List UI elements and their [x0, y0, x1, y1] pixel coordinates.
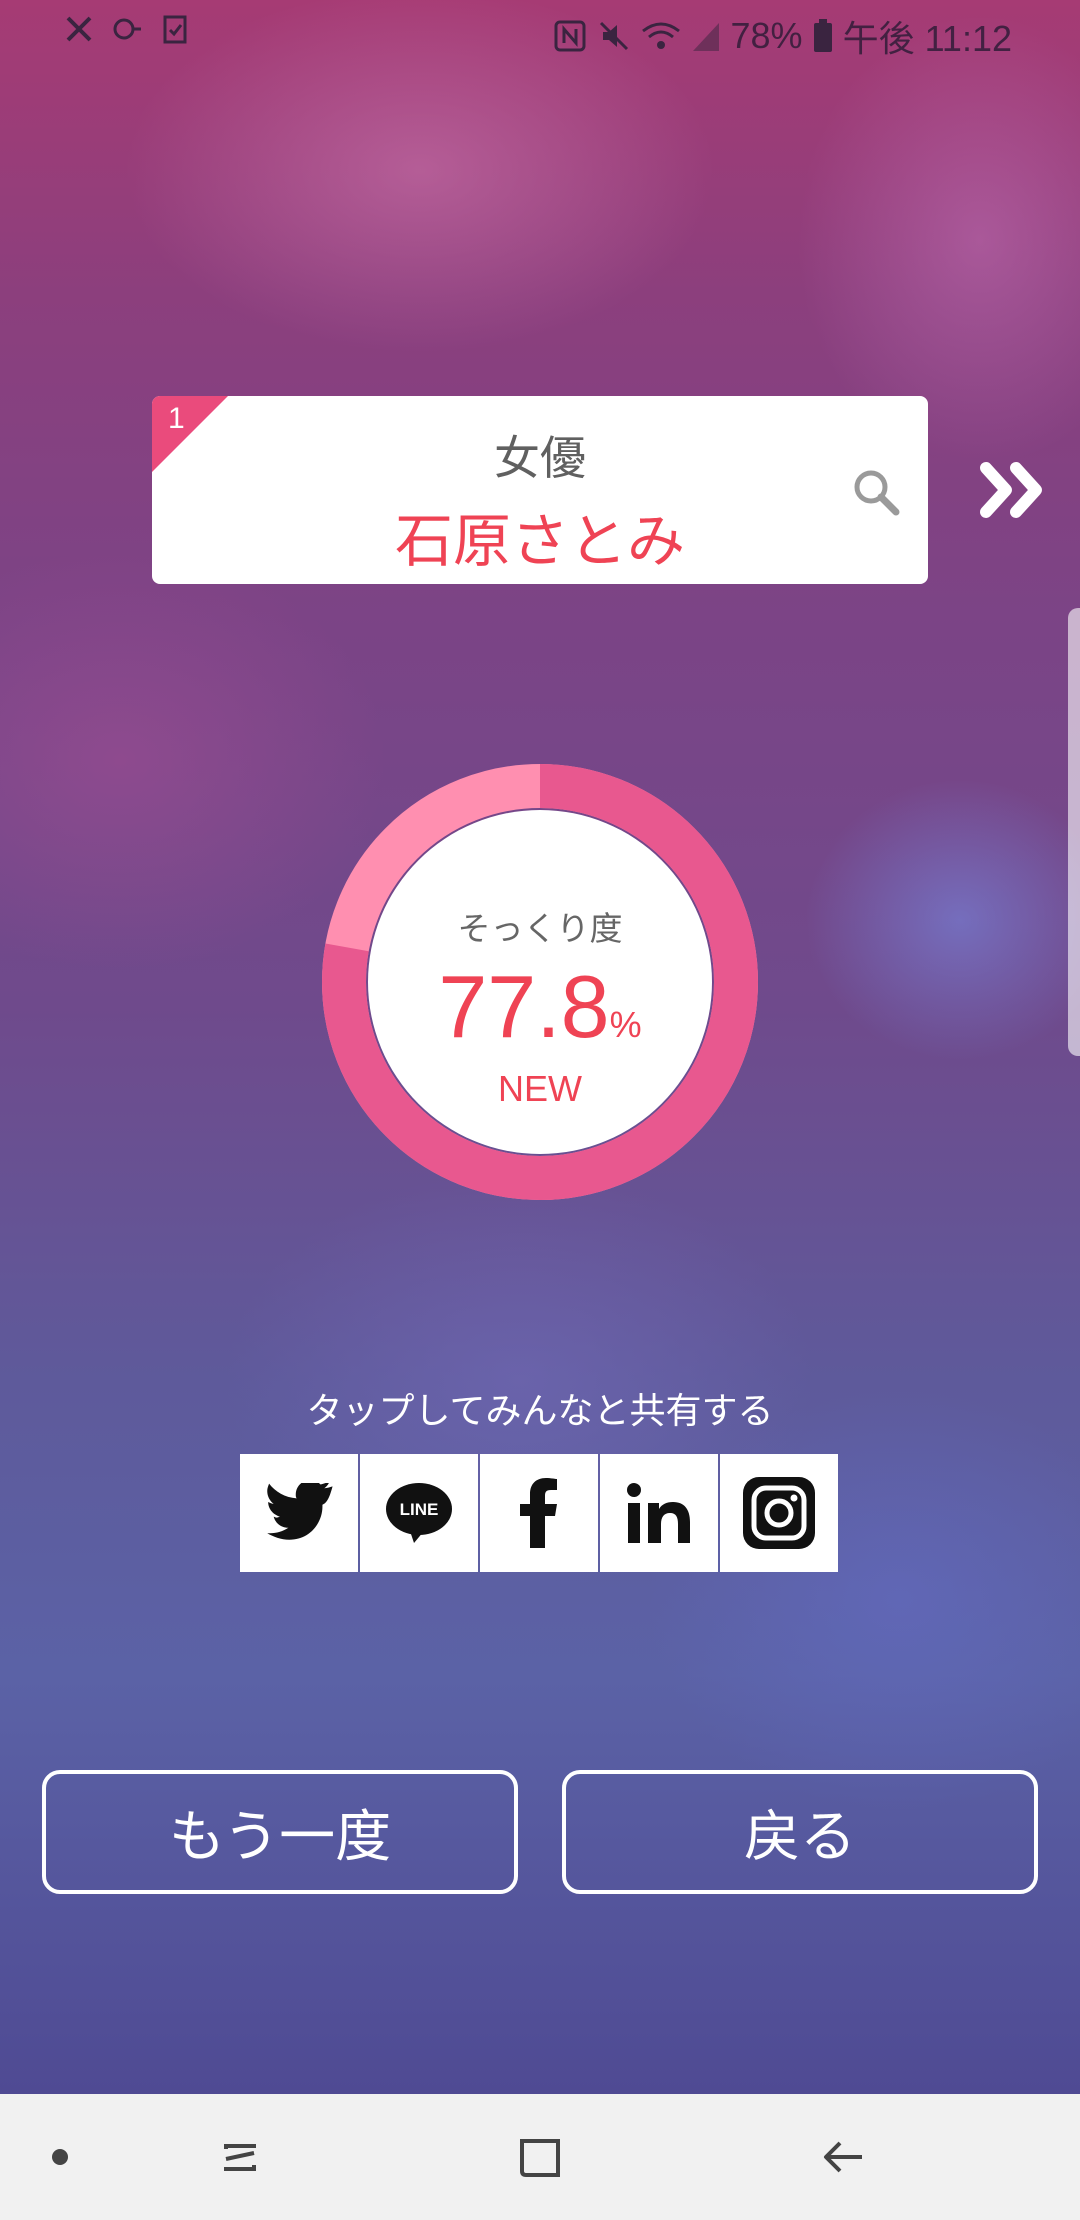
share-instagram-button[interactable]	[720, 1454, 838, 1572]
clipboard-check-icon	[163, 15, 187, 44]
share-buttons: LINE	[240, 1454, 840, 1572]
clock: 午後 11:12	[842, 18, 1012, 59]
recents-icon	[224, 2144, 256, 2171]
mute-icon	[599, 21, 628, 51]
edge-panel-handle[interactable]	[1068, 608, 1080, 1056]
nfc-icon	[554, 20, 586, 52]
new-badge: NEW	[498, 1068, 582, 1109]
twitter-icon	[267, 1483, 333, 1540]
home-square-icon	[520, 2139, 560, 2177]
similarity-label: そっくり度	[457, 909, 623, 948]
instagram-icon	[743, 1477, 815, 1549]
chevron-double-right-icon[interactable]	[978, 460, 1048, 520]
nav-dot-button[interactable]	[30, 2094, 90, 2220]
share-linkedin-button[interactable]	[600, 1454, 718, 1572]
facebook-icon	[520, 1478, 557, 1548]
wifi-icon	[641, 22, 680, 49]
line-icon-text: LINE	[400, 1500, 439, 1519]
share-line-button[interactable]: LINE	[360, 1454, 478, 1572]
key-icon	[113, 18, 141, 40]
result-name: 石原さとみ	[394, 507, 685, 575]
share-caption: タップしてみんなと共有する	[306, 1391, 774, 1432]
signal-icon	[692, 23, 719, 51]
line-icon: LINE	[386, 1483, 452, 1543]
nav-recents-button[interactable]	[200, 2094, 280, 2220]
share-twitter-button[interactable]	[240, 1454, 358, 1572]
back-arrow-icon	[824, 2141, 862, 2173]
nav-back-button[interactable]	[804, 2094, 884, 2220]
battery-icon	[813, 19, 832, 52]
navigation-bar	[0, 2094, 1080, 2220]
search-icon[interactable]	[850, 466, 902, 518]
similarity-unit: %	[609, 1004, 642, 1045]
linkedin-icon	[627, 1483, 690, 1543]
result-category: 女優	[494, 431, 586, 485]
retry-button[interactable]: もう一度	[42, 1770, 518, 1894]
dot-icon	[52, 2149, 68, 2165]
similarity-number: 77.8	[438, 957, 610, 1056]
similarity-value: 77.8%	[368, 956, 712, 1058]
back-button[interactable]: 戻る	[562, 1770, 1038, 1894]
status-bar: 78% 午後 11:12	[0, 0, 1080, 64]
nav-home-button[interactable]	[500, 2094, 580, 2220]
share-facebook-button[interactable]	[480, 1454, 598, 1572]
similarity-score: そっくり度 77.8% NEW	[368, 810, 712, 1154]
battery-percent: 78%	[730, 15, 803, 56]
result-card[interactable]: 1 女優 石原さとみ	[152, 396, 928, 584]
tools-icon	[66, 16, 92, 42]
